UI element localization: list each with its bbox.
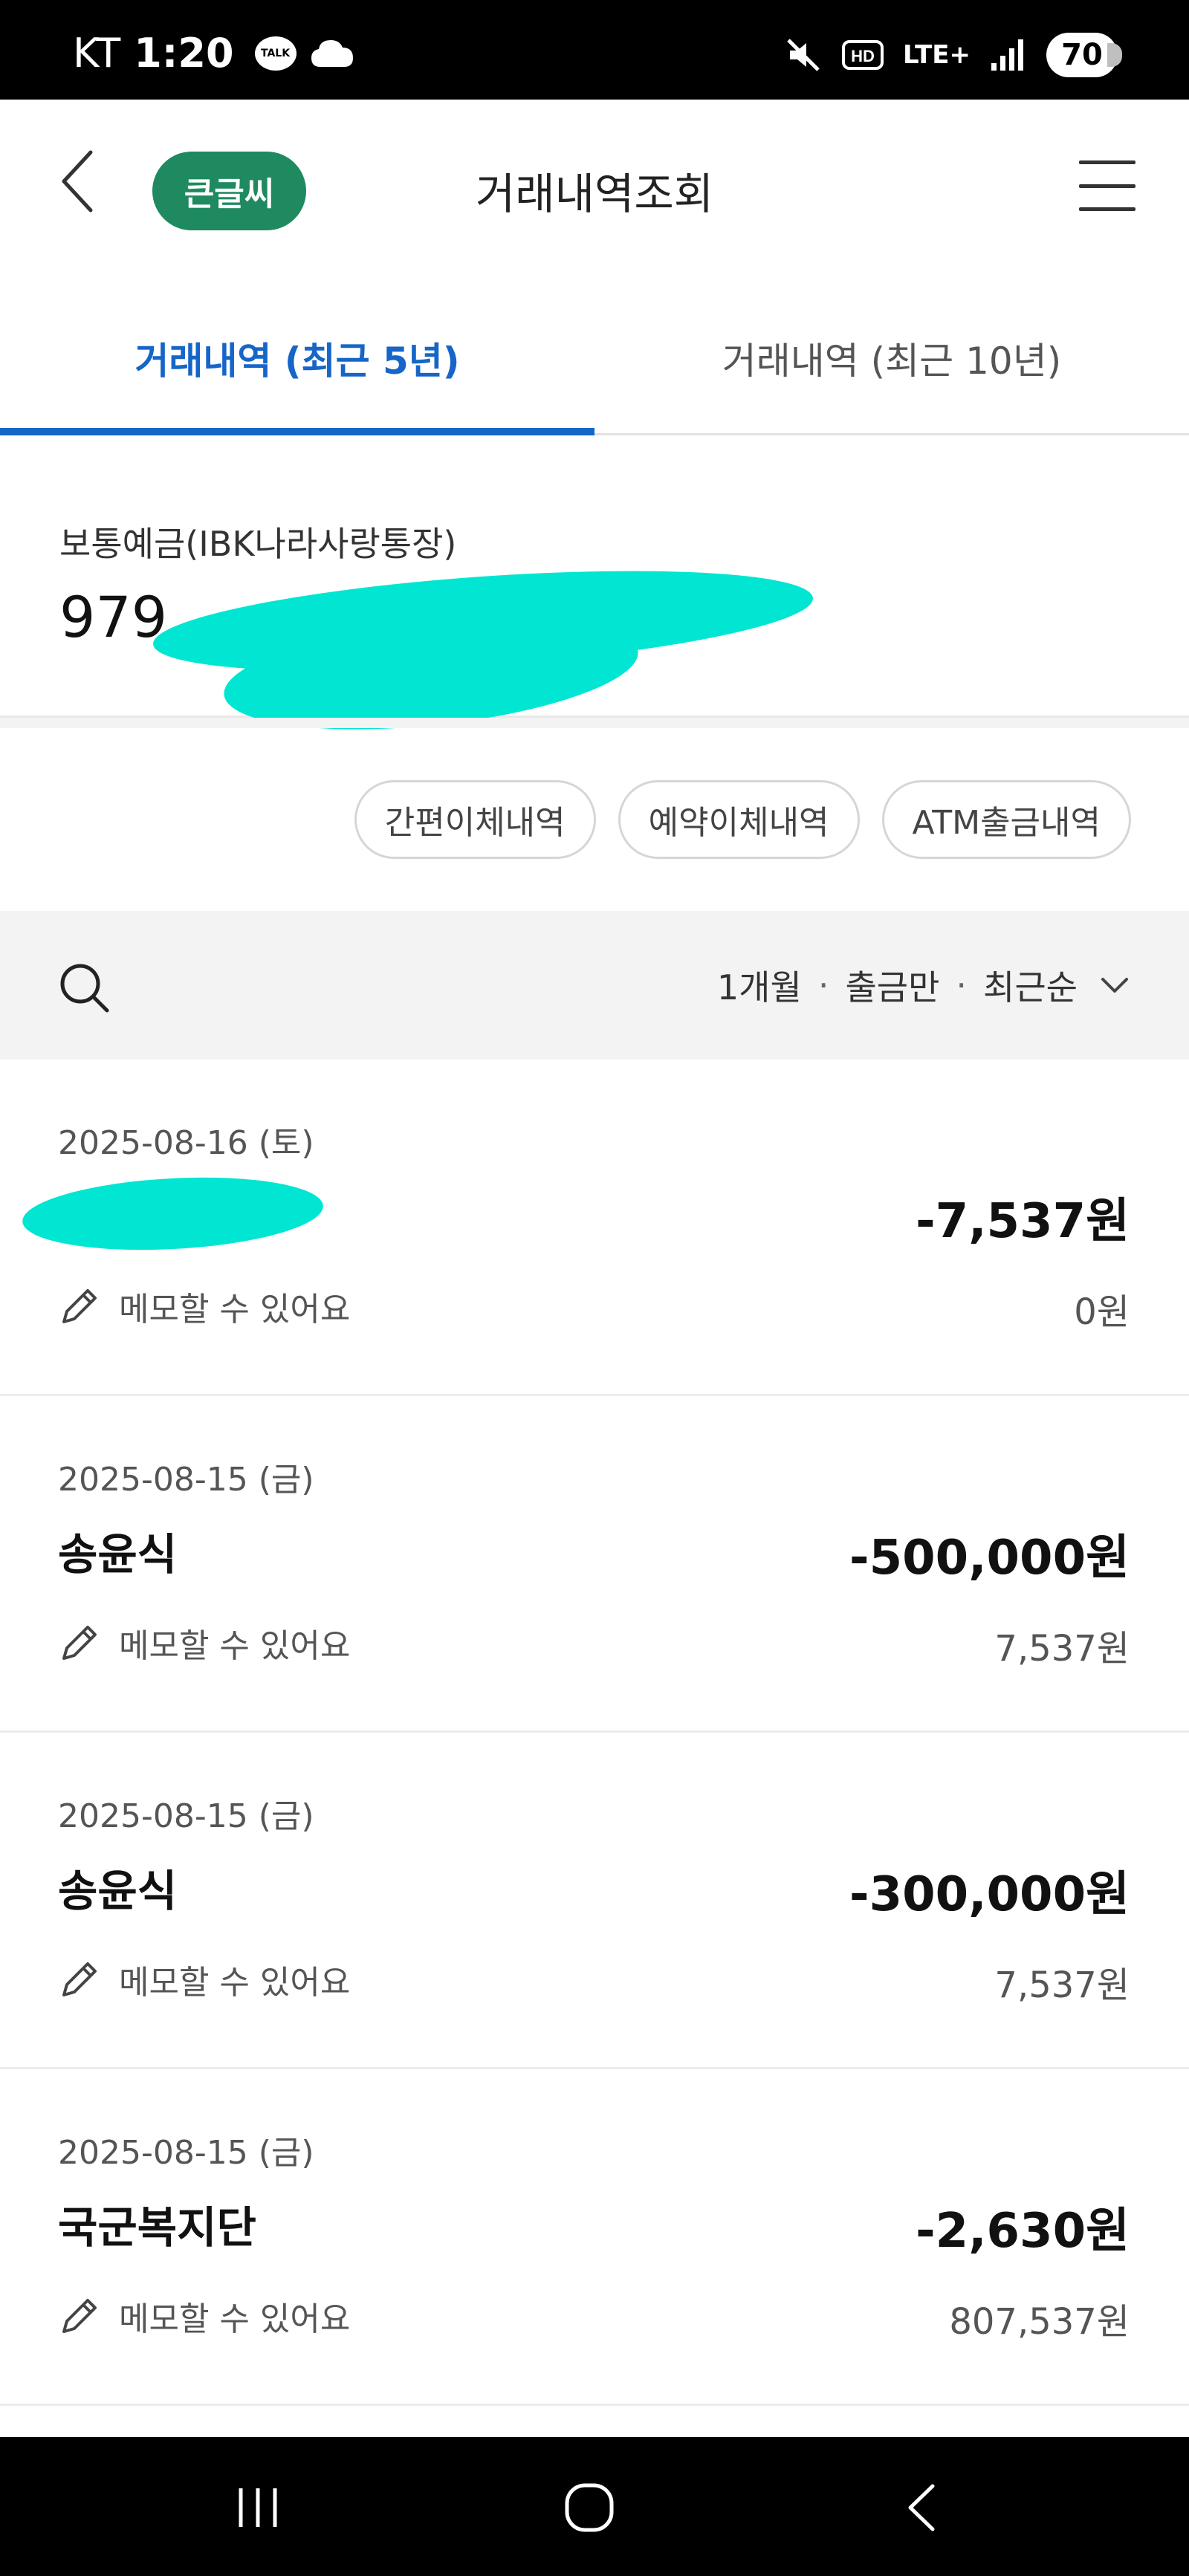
transaction-amount: -2,630원	[916, 2204, 1130, 2259]
mute-icon	[787, 39, 820, 71]
transaction-balance: 807,537원	[949, 2301, 1130, 2343]
filter-bar: 1개월 · 출금만 · 최근순	[0, 911, 1189, 1060]
kakaotalk-notification-icon: TALK	[254, 36, 297, 71]
hd-voice-icon: HD	[842, 40, 884, 70]
app-header: 큰글씨 거래내역조회	[0, 100, 1189, 287]
tab-recent-10-years[interactable]: 거래내역 (최근 10년)	[594, 287, 1189, 433]
filter-type: 출금만	[845, 967, 940, 1008]
carrier-label: KT	[73, 30, 121, 77]
transaction-date: 2025-08-15 (금)	[58, 2134, 314, 2172]
status-right: HD LTE+ 70	[784, 33, 1122, 77]
signal-strength-icon	[991, 39, 1023, 71]
hamburger-menu-button[interactable]	[1079, 160, 1135, 211]
cloud-notification-icon	[311, 39, 353, 67]
filter-period: 1개월	[716, 967, 802, 1008]
pencil-icon	[62, 1626, 97, 1660]
scheduled-transfer-history-button[interactable]: 예약이체내역	[618, 780, 860, 859]
status-bar: KT 1:20 TALK HD LTE+ 70	[0, 0, 1189, 100]
status-left: KT 1:20 TALK	[73, 30, 354, 77]
clock: 1:20	[134, 30, 234, 77]
history-shortcut-chips: 간편이체내역 예약이체내역 ATM출금내역	[354, 780, 1131, 859]
atm-withdrawal-history-button[interactable]: ATM출금내역	[881, 780, 1131, 859]
transaction-balance: 7,537원	[994, 1965, 1130, 2006]
home-button[interactable]	[552, 2474, 626, 2541]
memo-placeholder: 메모할 수 있어요	[119, 1291, 351, 1328]
recent-apps-button[interactable]	[221, 2474, 295, 2541]
menu-icon-line	[1079, 160, 1135, 164]
transaction-row[interactable]: 2025-08-15 (금) 송윤식 -300,000원 메모할 수 있어요 7…	[0, 1733, 1189, 2069]
system-navigation-bar	[0, 2437, 1189, 2576]
transaction-balance: 0원	[1074, 1291, 1130, 1333]
memo-button[interactable]: 메모할 수 있어요	[58, 2292, 350, 2340]
back-arrow-icon	[908, 2484, 935, 2531]
battery-indicator: 70	[1046, 33, 1122, 77]
menu-icon-line	[1079, 184, 1135, 188]
tab-recent-5-years[interactable]: 거래내역 (최근 5년)	[0, 287, 594, 435]
account-number: 979	[59, 584, 168, 650]
recent-apps-icon	[239, 2488, 277, 2527]
chevron-left-icon	[62, 150, 93, 212]
transaction-row[interactable]: 2025-08-15 (금) 국군복지단 -2,630원 메모할 수 있어요 8…	[0, 2069, 1189, 2406]
transaction-amount: -7,537원	[916, 1194, 1130, 1249]
transaction-list: 2025-08-16 (토) -7,537원 메모할 수 있어요 0원 2025…	[0, 1060, 1189, 2406]
transaction-amount: -500,000원	[849, 1531, 1130, 1586]
filter-separator: ·	[817, 965, 829, 1005]
memo-button[interactable]: 메모할 수 있어요	[58, 1282, 350, 1330]
pencil-icon	[62, 2299, 97, 2333]
menu-icon-line	[1079, 207, 1135, 211]
network-type-label: LTE+	[903, 40, 971, 70]
memo-button[interactable]: 메모할 수 있어요	[58, 1619, 350, 1667]
transaction-amount: -300,000원	[849, 1867, 1130, 1922]
redaction-mark	[20, 1170, 325, 1257]
big-font-toggle-button[interactable]: 큰글씨	[152, 152, 306, 230]
account-name: 보통예금(IBK나라사랑통장)	[59, 524, 457, 564]
transaction-counterparty: 국군복지단	[58, 2202, 256, 2253]
chevron-down-icon	[1101, 978, 1128, 993]
simple-transfer-history-button[interactable]: 간편이체내역	[354, 780, 596, 859]
svg-text:HD: HD	[851, 47, 875, 65]
transaction-counterparty: 송윤식	[58, 1866, 178, 1916]
period-tabs: 거래내역 (최근 5년) 거래내역 (최근 10년)	[0, 287, 1189, 435]
transaction-date: 2025-08-15 (금)	[58, 1461, 314, 1499]
filter-separator: ·	[956, 965, 968, 1005]
section-divider	[0, 718, 1189, 728]
pencil-icon	[62, 1962, 97, 1996]
transaction-balance: 7,537원	[994, 1628, 1130, 1670]
filter-summary-button[interactable]: 1개월 · 출금만 · 최근순	[717, 958, 1130, 1012]
memo-placeholder: 메모할 수 있어요	[119, 1964, 351, 2002]
memo-placeholder: 메모할 수 있어요	[119, 1627, 351, 1665]
pencil-icon	[62, 1289, 97, 1323]
home-icon	[565, 2483, 614, 2532]
transaction-row[interactable]: 2025-08-16 (토) -7,537원 메모할 수 있어요 0원	[0, 1060, 1189, 1396]
account-summary: 보통예금(IBK나라사랑통장) 979	[0, 435, 1189, 747]
transaction-row[interactable]: 2025-08-15 (금) 송윤식 -500,000원 메모할 수 있어요 7…	[0, 1396, 1189, 1733]
memo-placeholder: 메모할 수 있어요	[119, 2300, 351, 2338]
transaction-date: 2025-08-15 (금)	[58, 1797, 314, 1835]
transaction-counterparty: 송윤식	[58, 1529, 178, 1580]
back-button[interactable]	[51, 144, 103, 218]
system-back-button[interactable]	[884, 2474, 959, 2541]
filter-order: 최근순	[983, 967, 1078, 1008]
transaction-date: 2025-08-16 (토)	[58, 1124, 314, 1162]
search-icon[interactable]	[56, 960, 111, 1015]
memo-button[interactable]: 메모할 수 있어요	[58, 1956, 350, 2003]
